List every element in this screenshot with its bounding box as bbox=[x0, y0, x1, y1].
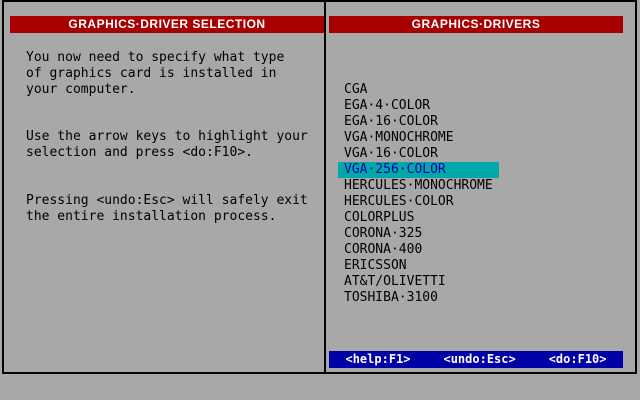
driver-option-vga-256-color[interactable]: VGA·256·COLOR bbox=[338, 162, 499, 178]
screen-bottom-margin bbox=[0, 374, 640, 400]
driver-option-vga-16-color[interactable]: VGA·16·COLOR bbox=[338, 146, 499, 162]
instruction-paragraph-arrow-keys: Use the arrow keys to highlight your sel… bbox=[26, 129, 308, 160]
driver-option-vga-monochrome[interactable]: VGA·MONOCHROME bbox=[338, 130, 499, 146]
instructions-title: GRAPHICS·DRIVER SELECTION bbox=[10, 16, 324, 33]
driver-option-corona-400[interactable]: CORONA·400 bbox=[338, 242, 499, 258]
driver-option-hercules-color[interactable]: HERCULES·COLOR bbox=[338, 194, 499, 210]
undo-key-hint[interactable]: <undo:Esc> bbox=[443, 351, 515, 368]
drivers-panel: GRAPHICS·DRIVERS CGA EGA·4·COLOR EGA·16·… bbox=[324, 0, 637, 374]
drivers-title: GRAPHICS·DRIVERS bbox=[329, 16, 623, 33]
help-key-hint[interactable]: <help:F1> bbox=[345, 351, 410, 368]
driver-option-ega-4-color[interactable]: EGA·4·COLOR bbox=[338, 98, 499, 114]
driver-option-att-olivetti[interactable]: AT&T/OLIVETTI bbox=[338, 274, 499, 290]
instruction-paragraph-escape: Pressing <undo:Esc> will safely exit the… bbox=[26, 193, 308, 224]
driver-option-hercules-monochrome[interactable]: HERCULES·MONOCHROME bbox=[338, 178, 499, 194]
driver-option-corona-325[interactable]: CORONA·325 bbox=[338, 226, 499, 242]
instructions-panel: GRAPHICS·DRIVER SELECTION You now need t… bbox=[2, 0, 324, 374]
driver-list[interactable]: CGA EGA·4·COLOR EGA·16·COLOR VGA·MONOCHR… bbox=[338, 82, 499, 306]
key-hints-bar: <help:F1> <undo:Esc> <do:F10> bbox=[329, 351, 623, 368]
driver-option-cga[interactable]: CGA bbox=[338, 82, 499, 98]
instruction-paragraph-specify: You now need to specify what type of gra… bbox=[26, 50, 285, 97]
driver-option-colorplus[interactable]: COLORPLUS bbox=[338, 210, 499, 226]
do-key-hint[interactable]: <do:F10> bbox=[549, 351, 607, 368]
driver-option-ega-16-color[interactable]: EGA·16·COLOR bbox=[338, 114, 499, 130]
driver-option-toshiba-3100[interactable]: TOSHIBA·3100 bbox=[338, 290, 499, 306]
driver-option-ericsson[interactable]: ERICSSON bbox=[338, 258, 499, 274]
